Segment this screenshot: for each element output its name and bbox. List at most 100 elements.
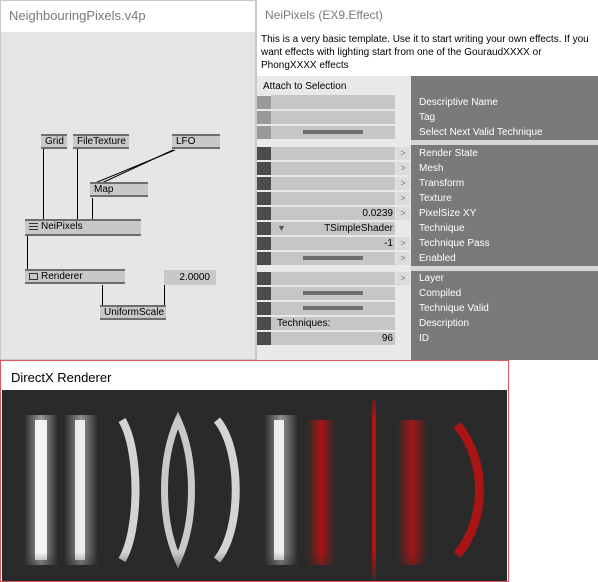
pin-value-cell[interactable] <box>271 111 395 124</box>
renderer-viewport[interactable] <box>2 390 507 581</box>
pin-value: 96 <box>381 333 393 344</box>
pin-name: Enabled <box>419 253 456 264</box>
pin-name: PixelSize XY <box>419 208 477 219</box>
pin-value-cell[interactable] <box>271 332 395 345</box>
link-value-uniformscale <box>164 285 165 305</box>
pin-row[interactable]: 96 <box>257 331 411 346</box>
pin-connector <box>257 147 271 160</box>
pin-row[interactable]: ▼ TSimpleShader <box>257 221 411 236</box>
pin-row[interactable]: > <box>257 161 411 176</box>
pin-value-cell[interactable] <box>271 96 395 109</box>
list-icon <box>29 223 38 230</box>
pin-expand-arrow[interactable]: > <box>396 237 410 250</box>
map-node-label: Map <box>94 184 114 195</box>
scale-value-iobox[interactable]: 2.0000 <box>164 270 216 285</box>
map-node[interactable]: Map <box>90 182 148 197</box>
pin-toggle-bar <box>303 256 363 260</box>
pin-name: Technique <box>419 223 465 234</box>
pin-row[interactable] <box>257 110 411 125</box>
pin-connector <box>257 237 271 250</box>
pin-row[interactable]: > <box>257 251 411 266</box>
filetexture-node-label: FileTexture <box>77 136 126 147</box>
pin-value: -1 <box>384 238 393 249</box>
pin-name: Texture <box>419 193 452 204</box>
rendered-output <box>2 390 507 581</box>
pin-name: Compiled <box>419 288 462 299</box>
uniformscale-node-label: UniformScale <box>104 307 165 318</box>
pin-row[interactable]: >0.0239 <box>257 206 411 221</box>
pin-name: Transform <box>419 178 465 189</box>
renderer-node[interactable]: Renderer <box>25 269 125 284</box>
pin-connector <box>257 162 271 175</box>
pin-expand-arrow[interactable]: > <box>396 252 410 265</box>
renderer-title: DirectX Renderer <box>11 370 112 385</box>
pin-expand-arrow[interactable]: > <box>396 147 410 160</box>
uniformscale-node[interactable]: UniformScale <box>100 305 166 320</box>
pin-value-cell[interactable] <box>271 237 395 250</box>
window-icon <box>29 273 38 280</box>
pin-expand-arrow[interactable]: > <box>396 272 410 285</box>
pin-expand-arrow[interactable]: > <box>396 177 410 190</box>
pin-row[interactable] <box>257 301 411 316</box>
pin-row[interactable] <box>257 286 411 301</box>
renderer-node-label: Renderer <box>41 271 83 282</box>
link-renderer-uniformscale <box>102 285 103 305</box>
lfo-node-label: LFO <box>176 136 196 147</box>
dropdown-icon[interactable]: ▼ <box>277 222 286 235</box>
pin-toggle-bar <box>303 306 363 310</box>
pin-row[interactable]: Techniques: <box>257 316 411 331</box>
pin-name: Technique Pass <box>419 238 490 249</box>
pin-name: Select Next Valid Technique <box>419 127 543 138</box>
pin-connector <box>257 207 271 220</box>
pin-value: 0.0239 <box>362 208 393 219</box>
pin-name: Description <box>419 318 470 329</box>
pin-connector <box>257 332 271 345</box>
pin-rows: Descriptive Name Tag Select Next Valid Tec… <box>257 0 598 360</box>
pin-connector <box>257 252 271 265</box>
pin-separator <box>411 140 598 145</box>
filetexture-node[interactable]: FileTexture <box>73 134 129 149</box>
pin-value-cell[interactable] <box>271 192 395 205</box>
pin-connector <box>257 177 271 190</box>
scale-value: 2.0000 <box>179 272 210 283</box>
pin-value-cell[interactable] <box>271 162 395 175</box>
pin-value-cell[interactable] <box>271 272 395 285</box>
pin-name: Mesh <box>419 163 444 174</box>
pin-row[interactable] <box>257 125 411 140</box>
pin-connector <box>257 302 271 315</box>
pin-connector <box>257 111 271 124</box>
pin-name: Descriptive Name <box>419 97 498 108</box>
neipixels-node[interactable]: NeiPixels <box>25 219 141 236</box>
pin-value-cell[interactable] <box>271 177 395 190</box>
pin-row[interactable]: > -1 <box>257 236 411 251</box>
pin-name: Render State <box>419 148 478 159</box>
pin-row[interactable]: > <box>257 146 411 161</box>
renderer-window: DirectX Renderer <box>0 360 509 582</box>
pin-value: TSimpleShader <box>324 223 393 234</box>
grid-node-label: Grid <box>45 136 64 147</box>
pin-name: Layer <box>419 273 445 284</box>
render-vignette <box>2 390 507 581</box>
pin-row[interactable]: > <box>257 271 411 286</box>
inspector-window: NeiPixels (EX9.Effect) This is a very ba… <box>256 0 598 360</box>
pin-connector <box>257 192 271 205</box>
pin-connector <box>257 126 271 139</box>
pin-toggle-bar <box>303 130 363 134</box>
pin-connector <box>257 96 271 109</box>
pin-row[interactable]: > <box>257 176 411 191</box>
neipixels-node-label: NeiPixels <box>41 221 83 232</box>
grid-node[interactable]: Grid <box>41 134 67 149</box>
pin-expand-arrow[interactable]: > <box>396 162 410 175</box>
pin-connector <box>257 287 271 300</box>
pin-toggle-bar <box>303 291 363 295</box>
pin-name: Technique Valid <box>419 303 489 314</box>
lfo-node[interactable]: LFO <box>172 134 220 149</box>
pin-connector <box>257 272 271 285</box>
patch-window: NeighbouringPixels.v4p Grid FileTexture … <box>0 0 256 360</box>
pin-row[interactable]: > <box>257 191 411 206</box>
pin-expand-arrow[interactable]: > <box>396 207 410 220</box>
pin-expand-arrow[interactable]: > <box>396 192 410 205</box>
pin-value-cell[interactable] <box>271 147 395 160</box>
pin-connector <box>257 222 271 235</box>
pin-row[interactable] <box>257 95 411 110</box>
